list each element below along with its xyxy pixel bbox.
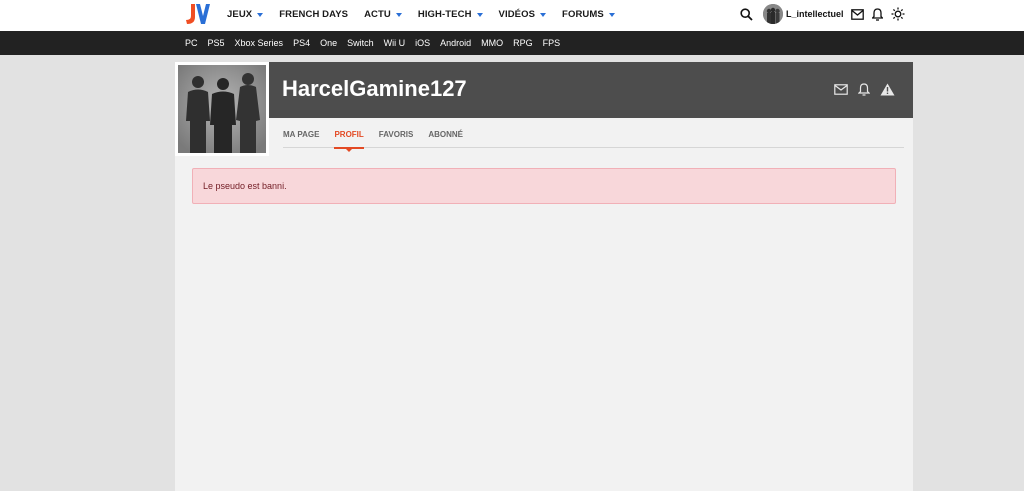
sun-icon[interactable] [891,7,905,21]
menu-item-videos[interactable]: VIDÉOS [499,9,547,20]
ban-alert: Le pseudo est banni. [192,168,896,204]
avatar[interactable] [763,4,783,24]
platform-bar: PC PS5 Xbox Series PS4 One Switch Wii U … [0,31,1024,55]
platform-link-rpg[interactable]: RPG [513,38,533,48]
caret-down-icon [608,12,615,17]
search-icon[interactable] [740,7,753,21]
platform-link-fps[interactable]: FPS [543,38,561,48]
jv-logo-icon[interactable] [184,3,210,25]
alert-message: Le pseudo est banni. [203,181,287,191]
profile-banner: HarcelGamine127 [269,62,913,118]
platform-link-android[interactable]: Android [440,38,471,48]
platform-link-ps5[interactable]: PS5 [208,38,225,48]
menu-label: FORUMS [562,8,604,20]
menu-item-high-tech[interactable]: HIGH-TECH [418,9,483,20]
top-navbar: JEUX FRENCH DAYS ACTU HIGH-TECH VIDÉOS F… [0,0,1024,31]
menu-label: JEUX [227,8,253,20]
caret-down-icon [257,12,264,17]
profile-name: HarcelGamine127 [282,76,467,101]
menu-label: VIDÉOS [498,8,536,20]
mail-icon[interactable] [850,8,864,20]
caret-down-icon [540,12,547,17]
platform-link-one[interactable]: One [320,38,337,48]
user-nav: L_intellectuel [740,4,905,24]
menu-item-french-days[interactable]: FRENCH DAYS [279,9,348,20]
profile-container: HarcelGamine127 MA PAGE PROFIL FAVORIS A… [175,62,913,491]
menu-label: FRENCH DAYS [279,8,349,20]
platform-list: PC PS5 Xbox Series PS4 One Switch Wii U … [185,31,570,55]
profile-tabs: MA PAGE PROFIL FAVORIS ABONNÉ [283,130,904,152]
tab-profil[interactable]: PROFIL [334,130,364,152]
platform-link-xbox-series[interactable]: Xbox Series [235,38,284,48]
menu-label: HIGH-TECH [417,8,472,20]
username[interactable]: L_intellectuel [786,9,844,19]
profile-actions [824,83,895,96]
platform-link-wii-u[interactable]: Wii U [384,38,406,48]
caret-down-icon [395,12,402,17]
bell-icon[interactable] [858,83,870,96]
bell-icon[interactable] [871,7,883,21]
platform-link-mmo[interactable]: MMO [481,38,503,48]
platform-link-ps4[interactable]: PS4 [293,38,310,48]
profile-avatar [175,62,269,156]
platform-link-switch[interactable]: Switch [347,38,374,48]
menu-item-jeux[interactable]: JEUX [227,8,264,20]
tab-ma-page[interactable]: MA PAGE [283,130,319,148]
menu-item-actu[interactable]: ACTU [364,9,402,20]
tab-favoris[interactable]: FAVORIS [379,130,414,148]
tab-abonne[interactable]: ABONNÉ [428,130,463,148]
menu-item-forums[interactable]: FORUMS [562,9,615,20]
menu-label: ACTU [364,8,391,20]
mail-icon[interactable] [834,84,848,95]
platform-link-pc[interactable]: PC [185,38,198,48]
caret-down-icon [476,12,483,17]
avatar-image [178,65,266,153]
warning-icon[interactable] [880,83,895,96]
platform-link-ios[interactable]: iOS [415,38,430,48]
main-menu: JEUX FRENCH DAYS ACTU HIGH-TECH VIDÉOS F… [227,0,631,28]
